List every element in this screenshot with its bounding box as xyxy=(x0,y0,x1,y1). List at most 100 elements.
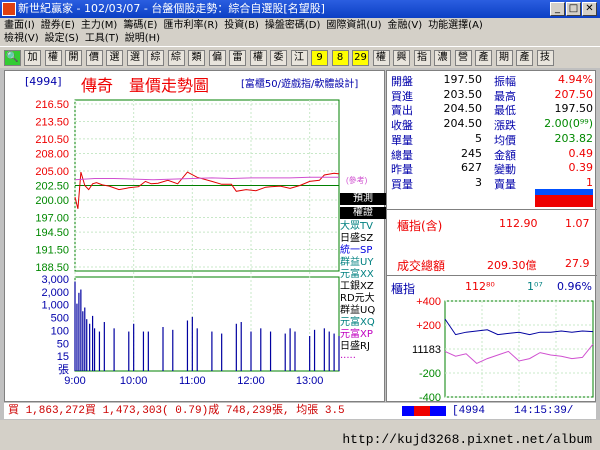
menu-item-0[interactable]: 畫面(I) xyxy=(4,20,35,31)
toolbar-button-21[interactable]: 營 xyxy=(454,50,472,66)
volume-tick: 50 xyxy=(57,338,69,350)
menu-item-8[interactable]: 金融(V) xyxy=(388,20,423,31)
broker-item[interactable]: 大眾TV xyxy=(340,221,386,233)
toolbar-button-13[interactable]: 江 xyxy=(290,50,308,66)
search-icon[interactable]: 🔍 xyxy=(4,50,21,66)
broker-list: 預測權證大眾TV 日盛SZ 統一SP 群益UY 元富XX 工銀XZ RD元大 群益UQ 元富XQ… xyxy=(340,193,386,365)
menu-item-1[interactable]: 證券(E) xyxy=(41,20,75,31)
toolbar: 🔍 加權開價選選綜綜類偏雷權委江 9 8 29 權興指濃營產期產技 xyxy=(0,46,600,68)
toolbar-button-15[interactable]: 8 xyxy=(331,50,349,66)
toolbar-button-9[interactable]: 偏 xyxy=(208,50,226,66)
quote-label: 買量 xyxy=(391,177,413,191)
toolbar-button-22[interactable]: 產 xyxy=(475,50,492,66)
menu-item-9[interactable]: 功能選擇(A) xyxy=(428,20,483,31)
toolbar-button-11[interactable]: 權 xyxy=(249,50,267,66)
menu-row-2: 檢視(V) 設定(S) 工具(T) 說明(H) xyxy=(4,32,166,45)
quote-row: 買進 203.50 最高 207.50 xyxy=(391,87,593,103)
broker-item[interactable]: 元富XX xyxy=(340,269,386,281)
trade-summary: 買 1,863,272買 1,473,303( 0.79)成 748,239張,… xyxy=(8,405,345,417)
status-bar: 買 1,863,272買 1,473,303( 0.79)成 748,239張,… xyxy=(4,403,596,419)
price-tick: 191.50 xyxy=(35,245,69,257)
quote-value: 204.50 xyxy=(443,117,483,131)
toolbar-button-20[interactable]: 濃 xyxy=(434,50,451,66)
price-volume-chart: [4994] 傳奇 量價走勢圖 [富櫃50/遊戲指/軟體設計] 216.50 21… xyxy=(4,70,386,402)
broker-item[interactable]: 工銀XZ xyxy=(340,281,386,293)
status-code: [4994 xyxy=(452,405,486,417)
menu-item-r2-2[interactable]: 工具(T) xyxy=(85,33,119,44)
toolbar-button-1[interactable]: 權 xyxy=(44,50,62,66)
volume-tick: 15 xyxy=(57,351,69,363)
menu-item-r2-3[interactable]: 說明(H) xyxy=(125,33,160,44)
menu-item-2[interactable]: 主力(M) xyxy=(81,20,117,31)
time-tick: 11:00 xyxy=(179,375,206,387)
time-tick: 9:00 xyxy=(64,375,85,387)
broker-item[interactable]: 元富XP xyxy=(340,329,386,341)
menu-item-7[interactable]: 國際資訊(U) xyxy=(326,20,381,31)
quote-row: 單量 5 均價 203.82 xyxy=(391,131,594,147)
close-icon[interactable]: ✕ xyxy=(582,2,597,16)
toolbar-button-25[interactable]: 技 xyxy=(536,50,554,66)
quote-label: 買進 xyxy=(391,89,413,103)
broker-item[interactable]: 預測 xyxy=(340,193,386,205)
toolbar-button-24[interactable]: 產 xyxy=(516,50,533,66)
quote-value: 203.50 xyxy=(443,87,483,101)
toolbar-button-12[interactable]: 委 xyxy=(270,50,287,66)
menu-bar: 畫面(I) 證券(E) 主力(M) 籌碼(E) 匯市利率(R) 投資(B) 操盤密碼(D) 國… xyxy=(0,18,600,46)
quote-value: 627 xyxy=(461,161,482,175)
turnover-value: 209.30億 xyxy=(487,259,537,272)
broker-item[interactable]: 群益UQ xyxy=(340,305,386,317)
broker-item[interactable]: 權證 xyxy=(340,207,386,219)
otc-change: 1⁰⁷ xyxy=(527,280,543,293)
volume-tick: 張 xyxy=(58,363,69,376)
menu-item-3[interactable]: 籌碼(E) xyxy=(123,20,157,31)
toolbar-button-6[interactable]: 綜 xyxy=(147,50,164,66)
quote-label-2: 最高 xyxy=(494,89,516,103)
app-icon xyxy=(2,2,16,16)
toolbar-button-0[interactable]: 加 xyxy=(24,50,41,66)
broker-item[interactable]: 日盛SZ xyxy=(340,233,386,245)
toolbar-button-16[interactable]: 29 xyxy=(352,50,369,66)
volume-tick: 1,000 xyxy=(41,300,69,312)
price-tick: 205.00 xyxy=(35,166,69,178)
toolbar-button-17[interactable]: 權 xyxy=(372,50,390,66)
minimize-icon[interactable]: _ xyxy=(550,2,565,16)
toolbar-button-23[interactable]: 期 xyxy=(495,50,513,66)
menu-item-r2-1[interactable]: 設定(S) xyxy=(45,33,79,44)
quote-row: 收盤 204.50 漲跌 2.00(0⁹⁹) xyxy=(391,117,593,132)
maximize-icon[interactable]: □ xyxy=(566,2,581,16)
broker-item[interactable]: 群益UY xyxy=(340,257,386,269)
toolbar-button-18[interactable]: 興 xyxy=(393,50,410,66)
price-tick: 202.50 xyxy=(35,181,69,193)
quote-label-2: 金額 xyxy=(494,148,516,162)
turnover-ratio: 27.9 xyxy=(565,257,590,270)
time-tick: 10:00 xyxy=(120,375,148,387)
toolbar-button-4[interactable]: 選 xyxy=(106,50,123,66)
window-title: 新世紀贏家 - 102/03/07 - 台盤個股走勢：綜合自選股[名望股] xyxy=(18,2,325,15)
broker-item[interactable]: 日盛RJ xyxy=(340,341,386,353)
broker-item[interactable]: RD元大 xyxy=(340,293,386,305)
menu-item-6[interactable]: 操盤密碼(D) xyxy=(265,20,321,31)
quote-row: 總量 245 金額 0.49 xyxy=(391,146,593,162)
menu-item-4[interactable]: 匯市利率(R) xyxy=(163,20,218,31)
toolbar-button-10[interactable]: 雷 xyxy=(229,50,246,66)
broker-item[interactable]: 統一SP xyxy=(340,245,386,257)
menu-item-5[interactable]: 投資(B) xyxy=(224,20,259,31)
toolbar-button-14[interactable]: 9 xyxy=(311,50,328,66)
menu-item-r2-0[interactable]: 檢視(V) xyxy=(4,33,39,44)
toolbar-button-7[interactable]: 綜 xyxy=(167,50,185,66)
toolbar-button-8[interactable]: 類 xyxy=(188,50,205,66)
otc-tick: 11183 xyxy=(412,344,441,356)
price-tick: 200.00 xyxy=(35,195,69,207)
broker-item[interactable]: 元富XQ xyxy=(340,317,386,329)
toolbar-button-3[interactable]: 價 xyxy=(85,50,103,66)
broker-item[interactable]: ····· xyxy=(340,353,386,365)
quote-label-2: 振幅 xyxy=(494,75,516,88)
price-tick: 197.00 xyxy=(35,213,69,225)
quote-value: 245 xyxy=(461,146,482,160)
toolbar-button-5[interactable]: 選 xyxy=(126,50,144,66)
quote-value-2: 203.82 xyxy=(554,131,594,145)
toolbar-button-19[interactable]: 指 xyxy=(413,50,431,66)
toolbar-button-2[interactable]: 開 xyxy=(65,50,82,66)
status-time: 14:15:39/ xyxy=(514,405,574,417)
quote-row: 昨量 627 變動 0.39 xyxy=(391,161,593,176)
